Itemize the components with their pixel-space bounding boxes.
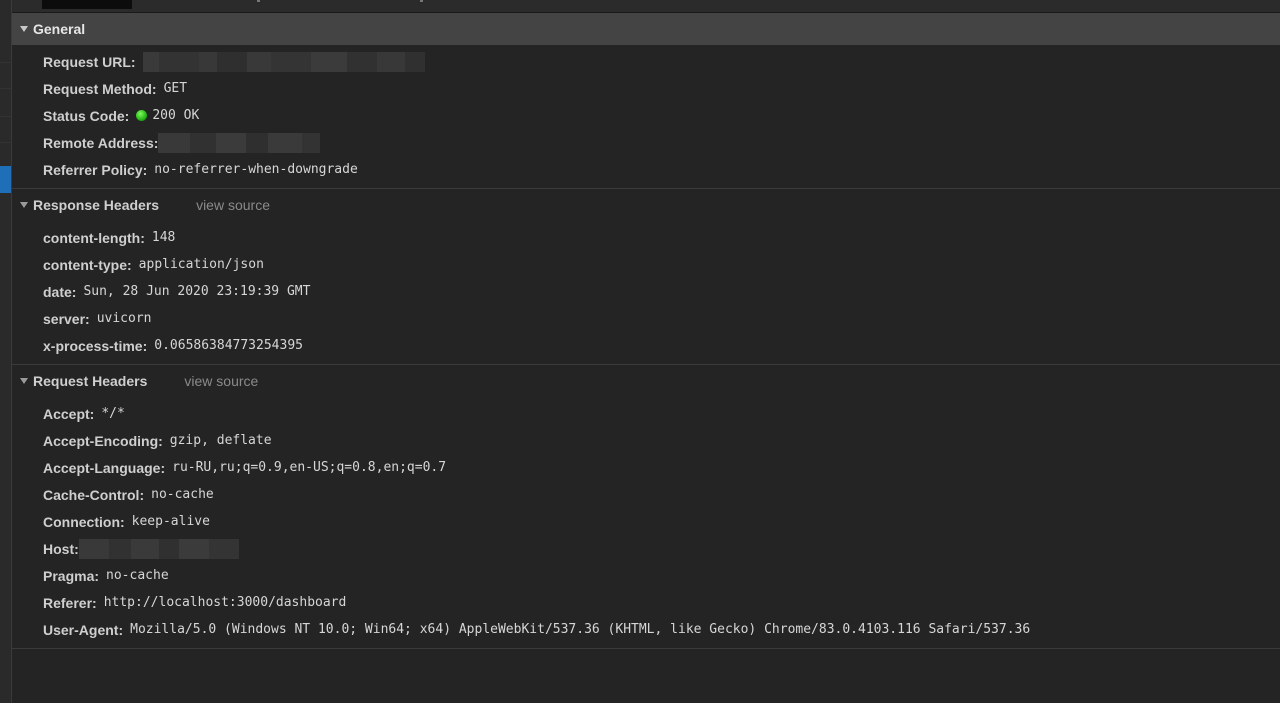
header-key: Status Code: <box>43 107 130 124</box>
header-value: Mozilla/5.0 (Windows NT 10.0; Win64; x64… <box>130 622 1031 637</box>
header-key: Accept: <box>43 405 95 422</box>
request-headers-section-header[interactable]: Request Headers view source <box>12 365 1280 397</box>
headers-panel: General Request URL: Request Method: GET… <box>12 13 1280 703</box>
header-value: uvicorn <box>96 311 152 326</box>
header-row: Accept-Language: ru-RU,ru;q=0.9,en-US;q=… <box>12 454 1280 481</box>
status-ok-icon <box>136 110 148 121</box>
redacted-block <box>42 0 132 9</box>
response-headers-section-header[interactable]: Response Headers view source <box>12 189 1280 221</box>
expand-triangle-icon[interactable] <box>20 378 28 384</box>
response-headers-section: Response Headers view source content-len… <box>12 189 1280 365</box>
header-value: gzip, deflate <box>169 433 272 448</box>
header-value: no-referrer-when-downgrade <box>154 162 358 177</box>
header-row: date: Sun, 28 Jun 2020 23:19:39 GMT <box>12 278 1280 305</box>
header-row: User-Agent: Mozilla/5.0 (Windows NT 10.0… <box>12 616 1280 643</box>
header-value: 148 <box>151 230 176 245</box>
header-key: server: <box>43 310 90 327</box>
header-row: Accept: */* <box>12 400 1280 427</box>
view-source-link[interactable]: view source <box>184 373 258 389</box>
redacted-value <box>158 132 321 153</box>
header-key: Request Method: <box>43 80 157 97</box>
header-row: Accept-Encoding: gzip, deflate <box>12 427 1280 454</box>
gutter-divider <box>0 142 11 143</box>
header-row: Pragma: no-cache <box>12 562 1280 589</box>
clipped-text <box>257 0 260 2</box>
header-key: x-process-time: <box>43 337 148 354</box>
redacted-value <box>142 51 425 72</box>
request-headers-section: Request Headers view source Accept: */* … <box>12 365 1280 649</box>
clipped-text <box>420 0 423 2</box>
header-value: no-cache <box>151 487 214 502</box>
header-row: content-length: 148 <box>12 224 1280 251</box>
expand-triangle-icon[interactable] <box>20 202 28 208</box>
header-row: x-process-time: 0.06586384773254395 <box>12 332 1280 359</box>
top-strip <box>12 0 1280 13</box>
view-source-link[interactable]: view source <box>196 197 270 213</box>
header-row-host: Host: <box>12 535 1280 562</box>
header-value: http://localhost:3000/dashboard <box>103 595 347 610</box>
header-key: Accept-Language: <box>43 459 166 476</box>
expand-triangle-icon[interactable] <box>20 26 28 32</box>
header-row-status-code: Status Code: 200 OK <box>12 102 1280 129</box>
header-key: Pragma: <box>43 567 100 584</box>
header-row: server: uvicorn <box>12 305 1280 332</box>
header-row-referrer-policy: Referrer Policy: no-referrer-when-downgr… <box>12 156 1280 183</box>
header-key: content-type: <box>43 256 132 273</box>
header-row-remote-address: Remote Address: <box>12 129 1280 156</box>
header-value: 200 OK <box>152 108 200 123</box>
header-key: Host: <box>43 540 79 557</box>
header-row: Cache-Control: no-cache <box>12 481 1280 508</box>
header-value: */* <box>101 406 125 421</box>
gutter-divider <box>0 116 11 117</box>
general-section: General Request URL: Request Method: GET… <box>12 13 1280 189</box>
header-row: content-type: application/json <box>12 251 1280 278</box>
header-key: Remote Address: <box>43 134 159 151</box>
header-value: keep-alive <box>131 514 210 529</box>
header-value: ru-RU,ru;q=0.9,en-US;q=0.8,en;q=0.7 <box>172 460 447 475</box>
request-list-gutter[interactable] <box>0 0 12 703</box>
header-key: Referer: <box>43 594 97 611</box>
header-row: Referer: http://localhost:3000/dashboard <box>12 589 1280 616</box>
header-key: Request URL: <box>43 53 136 70</box>
header-value: Sun, 28 Jun 2020 23:19:39 GMT <box>83 284 311 299</box>
section-title: Request Headers <box>33 373 148 389</box>
general-section-header[interactable]: General <box>12 13 1280 45</box>
gutter-divider <box>0 88 11 89</box>
redacted-value <box>78 538 239 559</box>
selected-request-indicator[interactable] <box>0 166 11 193</box>
section-title: General <box>33 21 86 37</box>
header-key: User-Agent: <box>43 621 124 638</box>
header-key: Accept-Encoding: <box>43 432 163 449</box>
header-key: Referrer Policy: <box>43 161 148 178</box>
header-value: GET <box>163 81 188 96</box>
header-key: content-length: <box>43 229 145 246</box>
header-value: 0.06586384773254395 <box>154 338 303 353</box>
section-title: Response Headers <box>33 197 160 213</box>
header-row-request-url: Request URL: <box>12 48 1280 75</box>
header-value: application/json <box>138 257 264 272</box>
header-row-request-method: Request Method: GET <box>12 75 1280 102</box>
header-key: Cache-Control: <box>43 486 145 503</box>
header-key: date: <box>43 283 77 300</box>
header-key: Connection: <box>43 513 125 530</box>
header-row: Connection: keep-alive <box>12 508 1280 535</box>
header-value: no-cache <box>106 568 169 583</box>
gutter-divider <box>0 62 11 63</box>
